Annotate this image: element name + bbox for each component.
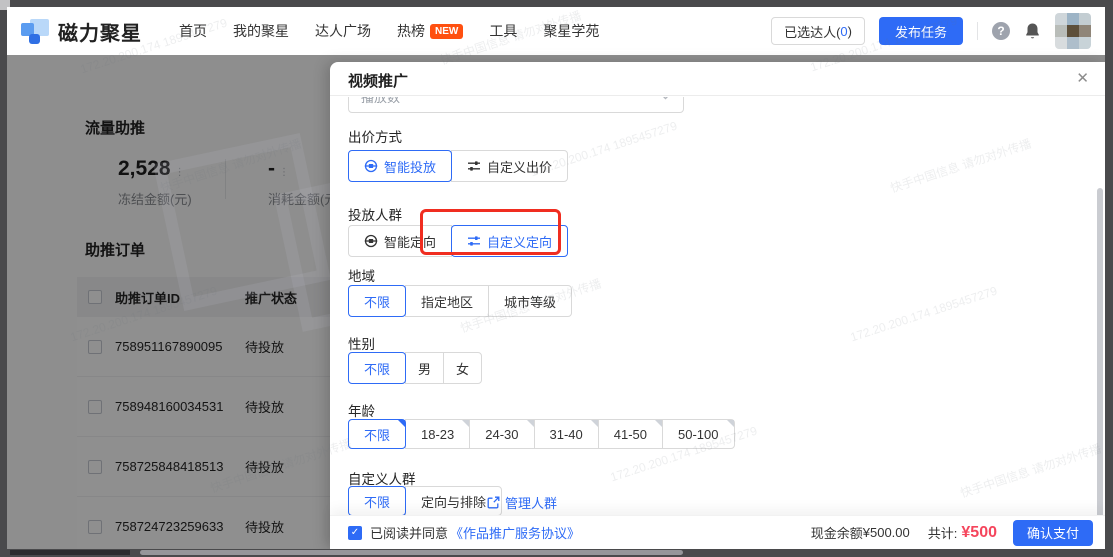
manage-crowd-link[interactable]: 管理人群 <box>487 493 557 512</box>
agreement-checkbox[interactable]: ✓ <box>348 525 362 540</box>
help-icon[interactable]: ? <box>992 22 1010 40</box>
nav-item-tools[interactable]: 工具 <box>489 21 517 41</box>
browser-viewport: 磁力聚星 首页 我的聚星 达人广场 热榜 NEW 工具 聚星学苑 已选达人(0)… <box>7 7 1105 549</box>
video-promotion-modal: 视频推广 ✕ 播放数 出价方式 智能投放 自定义出价 投放人群 智能定向 自定义… <box>330 62 1105 549</box>
option-custom-targeting[interactable]: 自定义定向 <box>451 225 569 257</box>
balance-label: 现金余额 <box>810 526 863 541</box>
close-icon[interactable]: ✕ <box>1076 69 1089 89</box>
agreement-link[interactable]: 《作品推广服务协议》 <box>450 523 580 542</box>
option-region-unlimited[interactable]: 不限 <box>348 285 407 317</box>
age-label: 年龄 <box>348 404 375 419</box>
option-age-31-40[interactable]: 31-40 <box>533 419 599 449</box>
option-age-41-50[interactable]: 41-50 <box>597 419 664 449</box>
custom-crowd-group: 不限 定向与排除 <box>348 486 503 516</box>
smart-icon <box>364 234 378 248</box>
nav-item-talent-plaza[interactable]: 达人广场 <box>315 21 371 41</box>
smart-icon <box>364 159 378 173</box>
region-group: 不限 指定地区 城市等级 <box>348 285 573 317</box>
modal-footer: ✓ 已阅读并同意 《作品推广服务协议》 现金余额 ¥500.00 共计: ¥50… <box>330 515 1105 549</box>
modal-title: 视频推广 <box>348 73 409 90</box>
option-region-city-tier[interactable]: 城市等级 <box>488 285 573 317</box>
agree-text: 已阅读并同意 <box>370 526 449 541</box>
confirm-pay-button[interactable]: 确认支付 <box>1012 519 1093 546</box>
chevron-down-icon <box>663 97 668 100</box>
audience-label: 投放人群 <box>348 208 402 223</box>
avatar[interactable] <box>1055 13 1091 49</box>
main-nav: 首页 我的聚星 达人广场 热榜 NEW 工具 聚星学苑 <box>179 7 599 55</box>
option-gender-female[interactable]: 女 <box>443 352 483 384</box>
nav-item-hot-list[interactable]: 热榜 NEW <box>397 21 464 41</box>
bid-mode-group: 智能投放 自定义出价 <box>348 150 569 182</box>
option-label: 自定义出价 <box>487 159 553 175</box>
option-label: 不限 <box>364 361 391 377</box>
sliders-icon <box>468 161 481 171</box>
option-label: 定向与排除 <box>421 494 487 510</box>
option-label: 50-100 <box>678 426 719 442</box>
option-label: 城市等级 <box>504 294 557 310</box>
option-smart-delivery[interactable]: 智能投放 <box>348 150 453 182</box>
total-label: 共计: <box>927 526 958 541</box>
option-label: 不限 <box>364 294 391 310</box>
bid-mode-label: 出价方式 <box>348 130 402 145</box>
option-gender-unlimited[interactable]: 不限 <box>348 352 407 384</box>
gender-group: 不限 男 女 <box>348 352 483 384</box>
new-badge: NEW <box>430 23 464 39</box>
external-link-icon <box>487 496 500 509</box>
option-label: 41-50 <box>613 426 648 442</box>
option-label: 指定地区 <box>421 294 474 310</box>
option-age-24-30[interactable]: 24-30 <box>469 419 535 449</box>
top-navbar: 磁力聚星 首页 我的聚星 达人广场 热榜 NEW 工具 聚星学苑 已选达人(0)… <box>7 7 1105 55</box>
balance-value: ¥500.00 <box>862 525 910 540</box>
option-label: 31-40 <box>549 426 583 442</box>
metric-select-value: 播放数 <box>361 97 401 105</box>
option-label: 24-30 <box>485 426 519 442</box>
option-label: 18-23 <box>421 426 455 442</box>
manage-crowd-label: 管理人群 <box>505 496 558 511</box>
option-custom-bid[interactable]: 自定义出价 <box>451 150 569 182</box>
option-label: 自定义定向 <box>487 234 553 250</box>
age-group: 不限 18-23 24-30 31-40 41-50 50-100 <box>348 419 735 449</box>
selected-talent-suffix: ) <box>847 23 852 39</box>
option-label: 女 <box>456 361 470 377</box>
option-label: 智能定向 <box>384 234 437 250</box>
selected-talent-prefix: 已选达人( <box>784 24 841 40</box>
metric-select-clipped[interactable]: 播放数 <box>348 97 684 113</box>
option-label: 智能投放 <box>384 159 437 175</box>
bell-icon[interactable] <box>1024 22 1041 40</box>
sliders-icon <box>468 236 481 246</box>
option-smart-targeting[interactable]: 智能定向 <box>348 225 453 257</box>
gender-label: 性别 <box>348 337 375 352</box>
region-label: 地域 <box>348 269 375 284</box>
custom-crowd-label: 自定义人群 <box>348 472 416 487</box>
option-crowd-unlimited[interactable]: 不限 <box>348 486 407 516</box>
selected-talent-count: 0 <box>840 23 848 39</box>
payment-summary: 现金余额 ¥500.00 共计: ¥500 确认支付 <box>810 519 1093 546</box>
horizontal-scrollbar-segment <box>10 550 130 555</box>
option-region-specified[interactable]: 指定地区 <box>405 285 490 317</box>
navbar-right: 已选达人(0) 发布任务 ? <box>771 7 1091 55</box>
app-logo[interactable]: 磁力聚星 <box>20 16 142 46</box>
modal-scrollbar[interactable] <box>1097 188 1103 546</box>
nav-item-my-juxing[interactable]: 我的聚星 <box>233 21 289 41</box>
option-label: 男 <box>418 361 432 377</box>
selected-talent-button[interactable]: 已选达人(0) <box>771 17 865 45</box>
nav-item-academy[interactable]: 聚星学苑 <box>543 21 599 41</box>
option-label: 不限 <box>364 494 391 510</box>
option-label: 不限 <box>364 427 391 443</box>
horizontal-scrollbar[interactable] <box>140 550 683 555</box>
nav-item-home[interactable]: 首页 <box>179 21 207 41</box>
window-frame: 磁力聚星 首页 我的聚星 达人广场 热榜 NEW 工具 聚星学苑 已选达人(0)… <box>0 0 1113 557</box>
nav-item-label: 热榜 <box>397 23 425 39</box>
total-value: ¥500 <box>961 523 997 541</box>
option-age-unlimited[interactable]: 不限 <box>348 419 407 449</box>
modal-header: 视频推广 ✕ <box>330 62 1105 96</box>
audience-group: 智能定向 自定义定向 <box>348 225 569 257</box>
app-title: 磁力聚星 <box>58 22 142 45</box>
nav-divider <box>977 22 978 40</box>
option-age-18-23[interactable]: 18-23 <box>405 419 471 449</box>
publish-task-button[interactable]: 发布任务 <box>878 17 963 45</box>
option-gender-male[interactable]: 男 <box>405 352 445 384</box>
logo-icon <box>20 16 50 46</box>
option-age-50-100[interactable]: 50-100 <box>662 419 735 449</box>
